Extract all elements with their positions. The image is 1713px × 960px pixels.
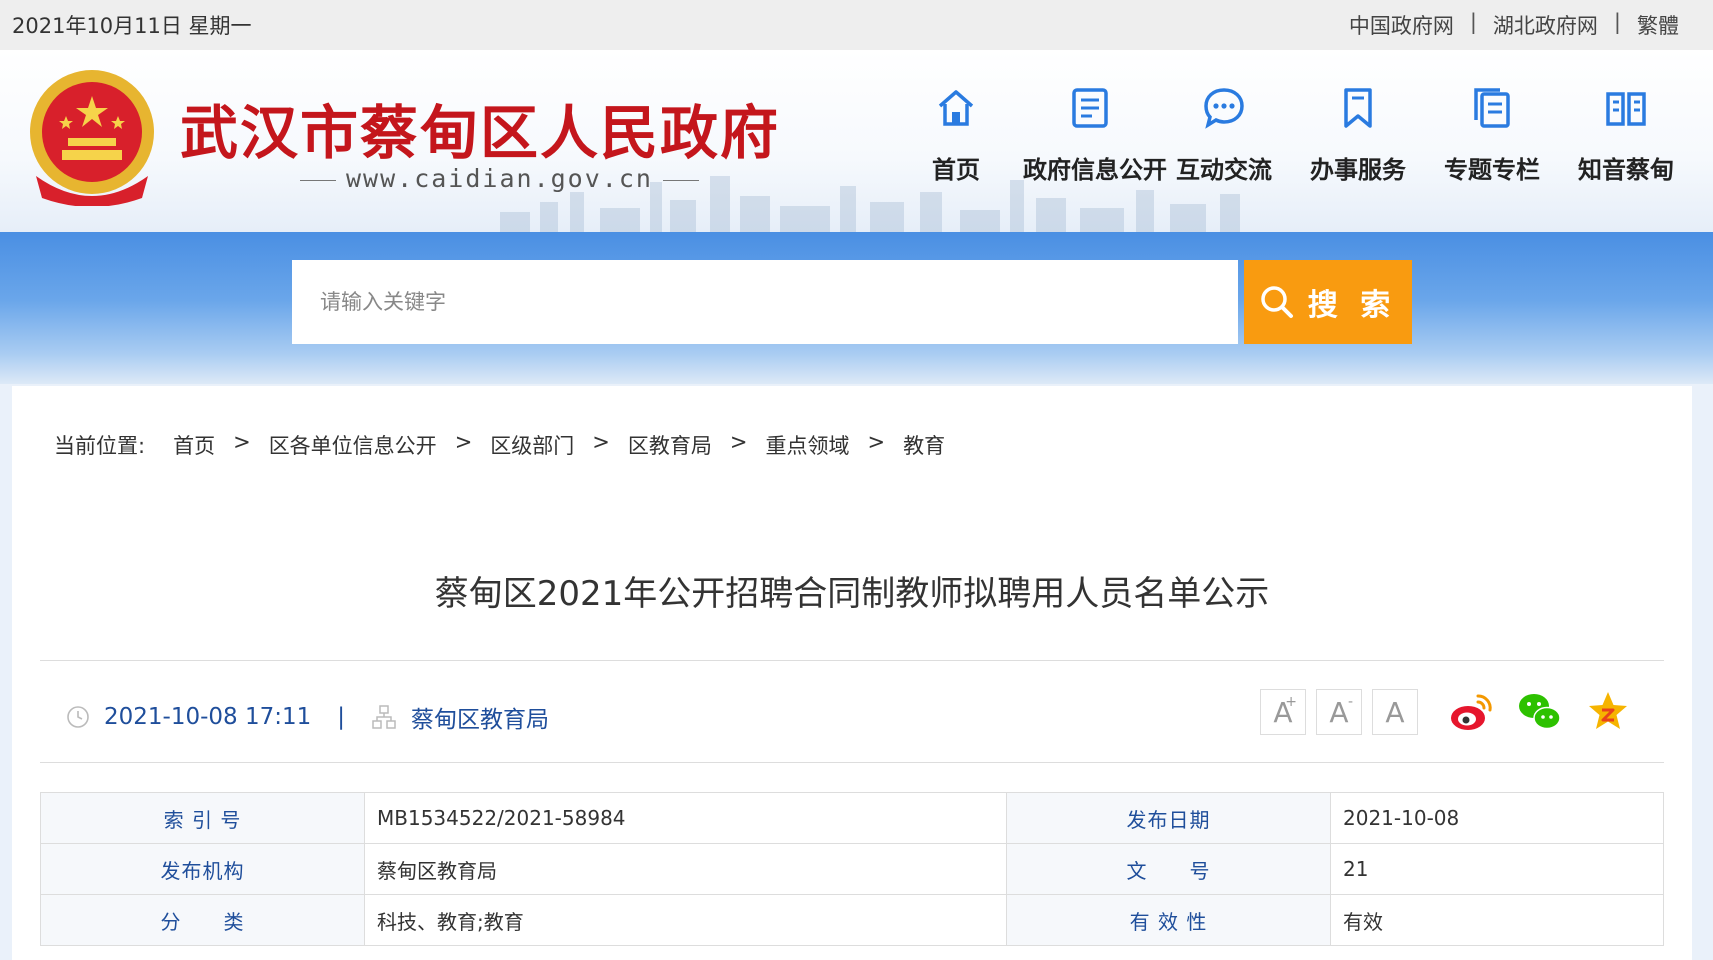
divider — [40, 660, 1664, 661]
search-button[interactable]: 搜 索 — [1244, 260, 1412, 344]
content-panel: 当前位置: 首页 > 区各单位信息公开 > 区级部门 > 区教育局 > 重点领域… — [12, 386, 1692, 960]
table-row: 索 引 号 MB1534522/2021-58984 发布日期 2021-10-… — [40, 792, 1664, 844]
article-tools: A + A- A — [1260, 688, 1632, 736]
info-key: 分 类 — [40, 894, 365, 946]
weibo-icon[interactable] — [1448, 688, 1496, 736]
home-icon — [938, 90, 974, 126]
top-bar: 2021年10月11日 星期一 中国政府网 | 湖北政府网 | 繁體 — [0, 0, 1713, 50]
publish-datetime: 2021-10-08 17:11 — [104, 704, 312, 730]
org-structure-icon — [372, 705, 396, 729]
national-emblem-logo — [30, 70, 154, 206]
font-reset-button[interactable]: A — [1372, 689, 1418, 735]
breadcrumb-item[interactable]: 首页 — [173, 430, 215, 460]
info-value: 蔡甸区教育局 — [364, 843, 1007, 895]
info-key: 发布机构 — [40, 843, 365, 895]
font-decrease-button[interactable]: A- — [1316, 689, 1362, 735]
breadcrumb-item[interactable]: 区各单位信息公开 — [269, 430, 437, 460]
breadcrumb-separator: > — [592, 430, 610, 454]
breadcrumb-item[interactable]: 教育 — [903, 430, 945, 460]
bookmark-icon — [1344, 88, 1372, 128]
site-url: www.caidian.gov.cn — [290, 164, 709, 193]
info-value: 有效 — [1330, 894, 1664, 946]
chat-icon — [1204, 88, 1244, 129]
nav-item-services[interactable]: 办事服务 — [1291, 86, 1425, 185]
breadcrumb: 当前位置: 首页 > 区各单位信息公开 > 区级部门 > 区教育局 > 重点领域… — [54, 430, 945, 460]
clock-icon — [67, 706, 89, 728]
nav-label: 办事服务 — [1310, 156, 1406, 184]
wechat-icon[interactable] — [1516, 688, 1564, 736]
info-key: 索 引 号 — [40, 792, 365, 844]
plus-mark: + — [1285, 694, 1297, 710]
document-info-table: 索 引 号 MB1534522/2021-58984 发布日期 2021-10-… — [40, 792, 1664, 946]
main-nav: 首页 政府信息公开 互动交流 办事服务 专题专栏 知音蔡甸 — [889, 86, 1693, 185]
top-links: 中国政府网 | 湖北政府网 | 繁體 — [1349, 10, 1679, 40]
table-row: 分 类 科技、教育;教育 有 效 性 有效 — [40, 894, 1664, 946]
info-key: 发布日期 — [1006, 792, 1331, 844]
font-increase-button[interactable]: A + — [1260, 689, 1306, 735]
pages-icon — [1474, 88, 1510, 128]
font-reset-label: A — [1385, 695, 1405, 729]
breadcrumb-separator: > — [729, 430, 748, 454]
separator: | — [1469, 10, 1477, 34]
search-input[interactable] — [292, 260, 1238, 344]
site-header: 武汉市蔡甸区人民政府 www.caidian.gov.cn 首页 政府信息公开 — [0, 50, 1713, 232]
nav-label: 政府信息公开 — [1023, 156, 1167, 184]
table-row: 发布机构 蔡甸区教育局 文 号 21 — [40, 843, 1664, 895]
nav-item-zhiyin-caidian[interactable]: 知音蔡甸 — [1559, 86, 1693, 185]
nav-label: 知音蔡甸 — [1578, 156, 1674, 184]
info-value: MB1534522/2021-58984 — [364, 792, 1007, 844]
favorite-icon[interactable] — [1584, 688, 1632, 736]
nav-item-gov-info[interactable]: 政府信息公开 — [1023, 86, 1167, 185]
breadcrumb-label: 当前位置: — [54, 434, 146, 458]
separator: | — [1613, 10, 1621, 34]
nav-item-interaction[interactable]: 互动交流 — [1157, 86, 1291, 185]
document-icon — [1072, 88, 1108, 128]
search-icon — [1261, 286, 1293, 318]
info-value: 2021-10-08 — [1330, 792, 1664, 844]
current-date: 2021年10月11日 星期一 — [12, 14, 252, 38]
nav-item-home[interactable]: 首页 — [889, 86, 1023, 185]
info-key: 有 效 性 — [1006, 894, 1331, 946]
info-key: 文 号 — [1006, 843, 1331, 895]
link-china-gov[interactable]: 中国政府网 — [1349, 10, 1454, 40]
search-button-label: 搜 索 — [1307, 288, 1397, 323]
info-value: 科技、教育;教育 — [364, 894, 1007, 946]
nav-item-topics[interactable]: 专题专栏 — [1425, 86, 1559, 185]
search-band: 搜 索 — [0, 232, 1713, 384]
article-title: 蔡甸区2021年公开招聘合同制教师拟聘用人员名单公示 — [434, 574, 1270, 614]
breadcrumb-item[interactable]: 区教育局 — [628, 430, 712, 460]
info-value: 21 — [1330, 843, 1664, 895]
publishing-org[interactable]: 蔡甸区教育局 — [411, 700, 549, 734]
font-decrease-label: A — [1329, 695, 1349, 729]
article-meta: 2021-10-08 17:11 | 蔡甸区教育局 — [66, 700, 549, 734]
breadcrumb-separator: > — [233, 430, 251, 454]
breadcrumb-separator: > — [867, 430, 886, 454]
breadcrumb-separator: > — [454, 430, 473, 454]
link-hubei-gov[interactable]: 湖北政府网 — [1493, 10, 1598, 40]
minus-mark: - — [1347, 694, 1353, 710]
divider — [40, 762, 1664, 763]
nav-label: 专题专栏 — [1444, 156, 1540, 184]
nav-label: 互动交流 — [1176, 156, 1272, 184]
book-icon — [1606, 92, 1646, 126]
site-title[interactable]: 武汉市蔡甸区人民政府 — [180, 86, 780, 170]
breadcrumb-item[interactable]: 区级部门 — [490, 430, 574, 460]
breadcrumb-item[interactable]: 重点领域 — [766, 430, 850, 460]
separator: | — [337, 704, 346, 730]
link-traditional-chinese[interactable]: 繁體 — [1637, 10, 1679, 40]
nav-label: 首页 — [932, 156, 980, 184]
